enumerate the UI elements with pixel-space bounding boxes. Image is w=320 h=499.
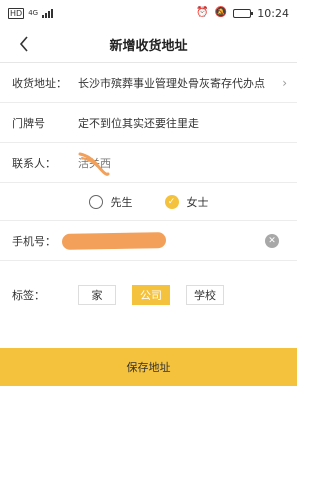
page-title: 新增收货地址 [109, 38, 188, 54]
redaction-scribble [78, 152, 110, 176]
contact-row[interactable]: 联系人： 活关西 [0, 143, 297, 183]
gender-option-male[interactable]: 先生 [88, 194, 133, 210]
address-row[interactable]: 收货地址： 长沙市殡葬事业管理处骨灰寄存代办点 › [0, 63, 297, 103]
network-label: 4G [28, 9, 39, 17]
alarm-icon: ⏰ [196, 7, 209, 18]
address-label: 收货地址： [12, 76, 67, 90]
tag-company[interactable]: 公司 [132, 285, 170, 305]
radio-checked-icon[interactable]: ✓ [164, 194, 179, 209]
tag-home[interactable]: 家 [78, 285, 116, 305]
chevron-right-icon: › [282, 75, 287, 90]
save-address-button[interactable]: 保存地址 [0, 348, 297, 386]
sim-label: HD [8, 7, 25, 19]
tags-row: 标签： 家 公司 学校 [0, 271, 297, 319]
tag-school[interactable]: 学校 [186, 285, 224, 305]
radio-unchecked-icon[interactable] [88, 194, 103, 209]
back-arrow-icon[interactable] [14, 34, 34, 54]
status-left: HD 4G [8, 7, 54, 19]
clear-icon[interactable]: ✕ [265, 234, 279, 248]
phone-redaction[interactable] [61, 232, 167, 250]
battery-icon [233, 8, 254, 18]
status-bar: HD 4G ⏰ 🔕 10:24 [0, 0, 297, 26]
address-value[interactable]: 长沙市殡葬事业管理处骨灰寄存代办点 [78, 75, 285, 91]
signal-icon [42, 8, 54, 18]
phone-label: 手机号： [12, 234, 56, 248]
phone-row[interactable]: 手机号： ✕ [0, 221, 297, 261]
door-number-label: 门牌号 [12, 116, 45, 130]
gender-option-female[interactable]: ✓ 女士 [164, 194, 209, 210]
clock: 10:24 [257, 6, 289, 20]
contact-label: 联系人： [12, 156, 56, 170]
nav-bar: 新增收货地址 [0, 26, 297, 63]
mute-icon: 🔕 [214, 7, 228, 18]
gender-male-label: 先生 [110, 195, 133, 209]
gender-female-label: 女士 [186, 195, 209, 209]
status-right: ⏰ 🔕 10:24 [196, 7, 289, 20]
door-number-field[interactable]: 定不到位其实还要往里走 [78, 115, 285, 131]
gender-selector: 先生 ✓ 女士 [0, 183, 297, 221]
door-number-row[interactable]: 门牌号 定不到位其实还要往里走 [0, 103, 297, 143]
tags-label: 标签： [12, 289, 45, 302]
